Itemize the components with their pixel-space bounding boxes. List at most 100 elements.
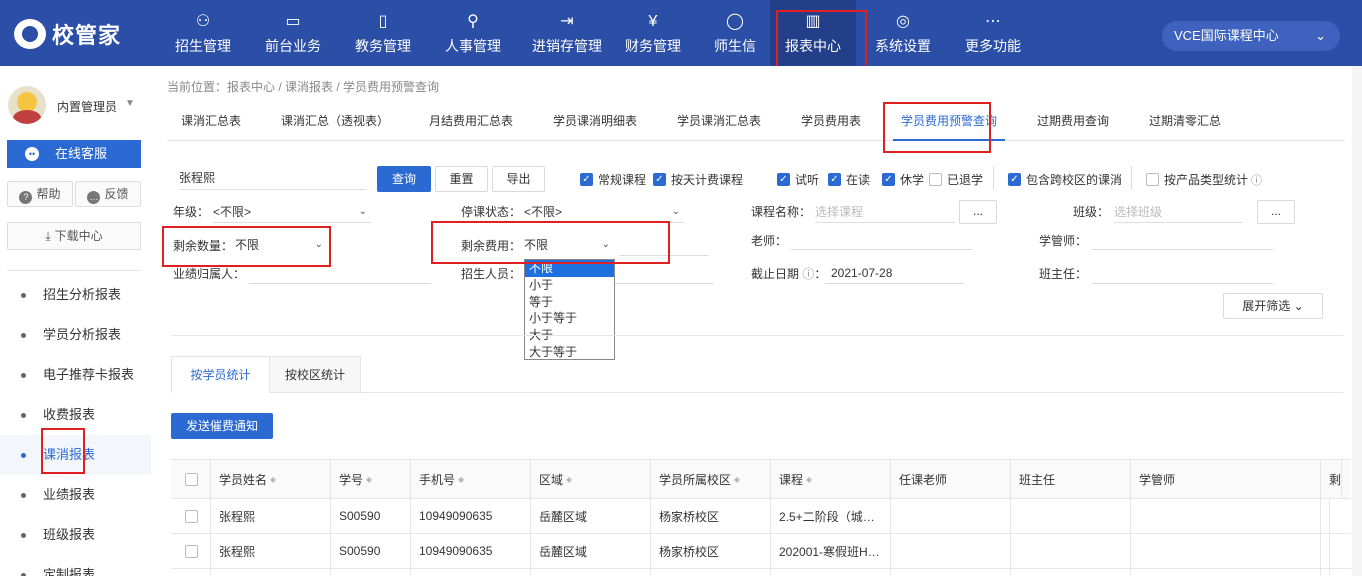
tab-6[interactable]: 学员费用预警查询	[893, 104, 1006, 141]
row-checkbox-cell[interactable]	[171, 534, 211, 568]
checkbox-checked-icon[interactable]: ✓	[882, 173, 895, 186]
nav-item-1[interactable]: ▭ 前台业务	[250, 0, 336, 66]
tab-2[interactable]: 月结费用汇总表	[429, 104, 513, 141]
grade-select[interactable]: <不限> ⌄	[213, 201, 371, 223]
filter-checkbox-7[interactable]: 按产品类型统计	[1146, 171, 1248, 188]
column-header[interactable]: 手机号 ◆	[411, 460, 531, 498]
campus-selector[interactable]: VCE国际课程中心 ⌄	[1162, 21, 1340, 51]
checkbox-empty-icon[interactable]	[185, 544, 198, 558]
column-header[interactable]: 班主任	[1011, 460, 1131, 498]
row-checkbox-cell[interactable]	[171, 499, 211, 533]
filter-checkbox-1[interactable]: ✓ 按天计费课程	[653, 171, 743, 188]
dropdown-option[interactable]: 等于	[525, 294, 614, 311]
online-service-button[interactable]: •• 在线客服	[7, 140, 141, 168]
checkbox-checked-icon[interactable]: ✓	[777, 173, 790, 186]
remaining-qty-select[interactable]: 不限 ⌄	[235, 234, 327, 256]
user-name[interactable]: 内置管理员	[57, 98, 117, 115]
filter-checkbox-4[interactable]: ✓ 休学	[882, 171, 924, 188]
checkbox-empty-icon[interactable]	[185, 509, 198, 523]
manager-input[interactable]	[1091, 228, 1273, 250]
filter-checkbox-6[interactable]: ✓ 包含跨校区的课消	[1008, 171, 1122, 188]
filter-checkbox-0[interactable]: ✓ 常规课程	[580, 171, 646, 188]
sort-icon[interactable]: ◆	[366, 475, 372, 484]
sidebar-item-2[interactable]: 电子推荐卡报表	[0, 355, 151, 395]
sidebar-item-7[interactable]: 定制报表	[0, 555, 151, 576]
query-button[interactable]: 查询	[377, 166, 431, 192]
checkbox-empty-icon[interactable]	[1146, 173, 1159, 186]
column-header[interactable]: 学管师	[1131, 460, 1321, 498]
checkbox-checked-icon[interactable]: ✓	[828, 173, 841, 186]
dropdown-option[interactable]: 大于等于	[525, 344, 614, 361]
avatar[interactable]	[8, 86, 46, 124]
nav-item-9[interactable]: ⋯ 更多功能	[950, 0, 1036, 66]
column-header[interactable]: 学员所属校区 ◆	[651, 460, 771, 498]
sidebar-item-4[interactable]: 课消报表	[0, 435, 151, 475]
nav-item-6[interactable]: ◯ 师生信	[700, 0, 770, 66]
subtab-by-student[interactable]: 按学员统计	[171, 356, 270, 393]
tab-3[interactable]: 学员课消明细表	[553, 104, 637, 141]
sidebar-item-1[interactable]: 学员分析报表	[0, 315, 151, 355]
sidebar-item-5[interactable]: 业绩报表	[0, 475, 151, 515]
row-checkbox-cell[interactable]	[171, 460, 211, 498]
class-input[interactable]: 选择班级	[1114, 201, 1242, 223]
remaining-fee-amount-input[interactable]	[619, 234, 709, 256]
column-header[interactable]: 学员姓名 ◆	[211, 460, 331, 498]
feedback-button[interactable]: … 反馈	[75, 181, 141, 207]
dropdown-option[interactable]: 不限	[525, 260, 614, 277]
course-name-input[interactable]: 选择课程	[815, 201, 955, 223]
nav-item-7[interactable]: ▥ 报表中心	[770, 0, 856, 66]
checkbox-checked-icon[interactable]: ✓	[580, 173, 593, 186]
tab-5[interactable]: 学员费用表	[801, 104, 861, 141]
checkbox-checked-icon[interactable]: ✓	[653, 173, 666, 186]
column-header[interactable]: 剩	[1321, 460, 1343, 498]
row-checkbox-cell[interactable]	[171, 569, 211, 576]
nav-item-3[interactable]: ⚲ 人事管理	[430, 0, 516, 66]
checkbox-empty-icon[interactable]	[929, 173, 942, 186]
tab-0[interactable]: 课消汇总表	[181, 104, 241, 141]
caret-down-icon[interactable]: ▼	[125, 98, 135, 109]
performance-owner-input[interactable]	[249, 262, 431, 284]
send-payment-notice-button[interactable]: 发送催费通知	[171, 413, 273, 439]
deadline-date-input[interactable]: 2021-07-28	[825, 262, 965, 284]
download-center-button[interactable]: ⤓ 下载中心	[7, 222, 141, 250]
sidebar-item-3[interactable]: 收费报表	[0, 395, 151, 435]
help-icon[interactable]: ⓘ	[802, 267, 814, 281]
nav-item-4[interactable]: ⇥ 进销存管理	[520, 0, 614, 66]
help-icon[interactable]: ⓘ	[1251, 172, 1262, 188]
tab-4[interactable]: 学员课消汇总表	[677, 104, 761, 141]
filter-checkbox-2[interactable]: ✓ 试听	[777, 171, 819, 188]
sort-icon[interactable]: ◆	[270, 475, 276, 484]
sort-icon[interactable]: ◆	[734, 475, 740, 484]
tab-7[interactable]: 过期费用查询	[1037, 104, 1109, 141]
sort-icon[interactable]: ◆	[566, 475, 572, 484]
remaining-fee-select[interactable]: 不限 ⌄	[524, 234, 614, 256]
filter-checkbox-5[interactable]: 已退学	[929, 171, 983, 188]
checkbox-empty-icon[interactable]	[185, 472, 198, 486]
export-button[interactable]: 导出	[492, 166, 545, 192]
dropdown-option[interactable]: 小于	[525, 277, 614, 294]
nav-item-2[interactable]: ▯ 教务管理	[340, 0, 426, 66]
tab-8[interactable]: 过期清零汇总	[1149, 104, 1221, 141]
reset-button[interactable]: 重置	[435, 166, 488, 192]
sidebar-item-0[interactable]: 招生分析报表	[0, 275, 151, 315]
homeroom-input[interactable]	[1091, 262, 1273, 284]
column-header[interactable]: 课程 ◆	[771, 460, 891, 498]
suspend-status-select[interactable]: <不限> ⌄	[524, 201, 684, 223]
nav-item-5[interactable]: ¥ 财务管理	[610, 0, 696, 66]
sidebar-item-6[interactable]: 班级报表	[0, 515, 151, 555]
class-browse-button[interactable]: ...	[1257, 200, 1295, 224]
student-search-input[interactable]: 张程熙	[179, 166, 366, 190]
subtab-by-campus[interactable]: 按校区统计	[269, 356, 361, 393]
dropdown-option[interactable]: 小于等于	[525, 310, 614, 327]
sort-icon[interactable]: ◆	[806, 475, 812, 484]
column-header[interactable]: 区域 ◆	[531, 460, 651, 498]
nav-item-8[interactable]: ◎ 系统设置	[860, 0, 946, 66]
sort-icon[interactable]: ◆	[458, 475, 464, 484]
filter-checkbox-3[interactable]: ✓ 在读	[828, 171, 870, 188]
nav-item-0[interactable]: ⚇ 招生管理	[160, 0, 246, 66]
column-header[interactable]: 任课老师	[891, 460, 1011, 498]
course-browse-button[interactable]: ...	[959, 200, 997, 224]
teacher-input[interactable]	[791, 228, 973, 250]
column-header[interactable]: 学号 ◆	[331, 460, 411, 498]
help-button[interactable]: ? 帮助	[7, 181, 73, 207]
